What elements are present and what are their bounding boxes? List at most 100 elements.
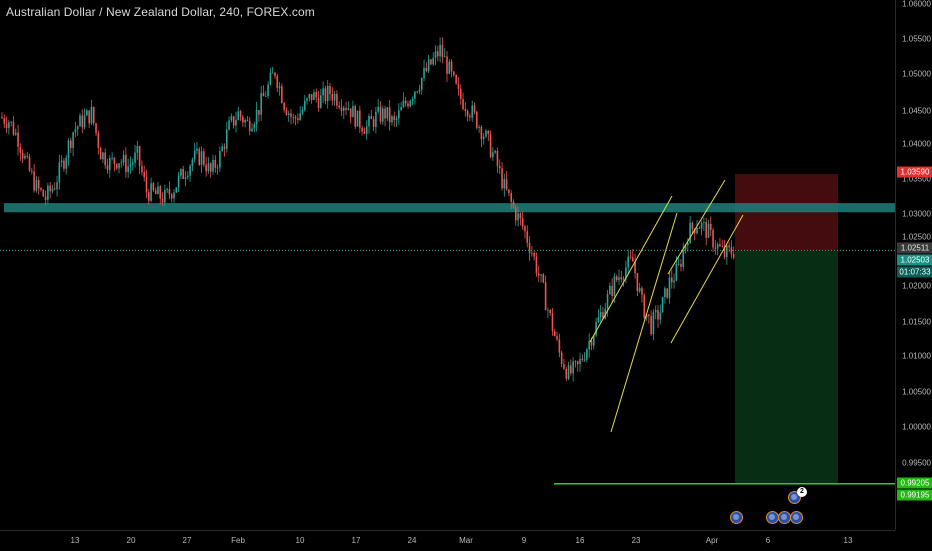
candle-body [287, 113, 290, 115]
candle-body [154, 190, 157, 195]
candle-body [35, 179, 38, 191]
chart-area[interactable]: Australian Dollar / New Zealand Dollar, … [0, 0, 895, 530]
candle-body [352, 106, 354, 118]
candle-body [443, 56, 446, 58]
candle-body [166, 188, 168, 191]
candle-body [549, 309, 552, 314]
candle-body [246, 120, 249, 121]
candle-body [281, 86, 283, 104]
candle-body [74, 129, 77, 133]
candle-body [687, 243, 689, 245]
candle-body [728, 245, 730, 248]
candle-body [278, 86, 281, 88]
candle-body [542, 274, 545, 283]
candle-body [60, 160, 63, 163]
candle-body [207, 163, 210, 172]
candle-body [572, 361, 574, 374]
candle-body [636, 273, 639, 292]
candle-body [482, 136, 485, 140]
candle-body [420, 77, 423, 90]
candle-body [102, 152, 104, 160]
candle-body [336, 93, 338, 106]
candle-body [308, 94, 311, 99]
candle-body [613, 276, 616, 297]
candle-body [372, 118, 375, 127]
candle-body [113, 157, 116, 164]
candle-body [164, 190, 166, 203]
candle-body [680, 263, 682, 267]
candle-body [186, 175, 189, 178]
event-icon-4[interactable] [790, 511, 803, 524]
candle-body [37, 179, 40, 189]
price-tick: 1.06000 [902, 0, 931, 9]
candle-body [677, 263, 680, 265]
candle-body [719, 244, 721, 247]
candle-body [618, 277, 620, 281]
candle-body [159, 186, 162, 199]
event-icon-1[interactable] [730, 511, 743, 524]
candle-body [63, 160, 65, 169]
candle-body [583, 359, 586, 361]
candle-body [648, 314, 650, 317]
candle-body [666, 288, 668, 298]
candle-body [588, 340, 591, 350]
candle-body [400, 107, 402, 111]
candle-body [28, 156, 31, 171]
candle-body [26, 155, 29, 157]
candle-body [459, 88, 462, 99]
stop-price-tag: 1.03590 [897, 166, 932, 178]
candle-body [333, 93, 336, 101]
candle-body [365, 126, 368, 134]
candle-body [627, 256, 629, 268]
candle-body [251, 128, 253, 132]
candle-body [24, 155, 26, 159]
candle-body [361, 127, 363, 132]
candle-body [492, 152, 494, 158]
candle-body [170, 194, 173, 199]
candle-body [262, 93, 265, 97]
time-axis[interactable]: 13 20 27 Feb 10 17 24 Mar 9 16 23 Apr 6 … [0, 530, 895, 551]
candle-body [104, 152, 107, 166]
candle-body [638, 288, 641, 292]
candle-body [3, 118, 6, 124]
candle-body [414, 91, 416, 99]
candle-body [432, 57, 435, 65]
candle-body [650, 316, 652, 335]
candle-body [411, 98, 414, 101]
candle-body [88, 110, 90, 124]
candle-body [643, 294, 646, 318]
candle-body [512, 201, 515, 208]
candle-body [437, 51, 439, 57]
candle-body [563, 364, 565, 369]
time-tick: 9 [521, 536, 527, 545]
candle-body [700, 222, 703, 229]
candle-body [395, 118, 398, 120]
candle-body [271, 72, 274, 74]
candle-body [599, 312, 602, 318]
candle-body [125, 154, 127, 173]
target2-price-tag: 0.99195 [897, 489, 932, 501]
time-tick: Apr [705, 536, 719, 545]
candle-body [322, 88, 324, 96]
time-tick: 24 [407, 536, 417, 545]
event-count-badge: 2 [797, 487, 807, 497]
time-tick: 10 [295, 536, 305, 545]
price-chart[interactable] [0, 0, 895, 530]
candle-body [494, 151, 496, 153]
candle-body [292, 116, 295, 118]
candle-body [258, 110, 260, 115]
candle-body [384, 108, 386, 119]
price-tick: 1.01500 [902, 317, 931, 327]
candle-body [285, 109, 288, 115]
price-axis[interactable]: 1.06000 1.05500 1.05000 1.04500 1.04000 … [895, 0, 932, 530]
candle-body [44, 196, 47, 200]
candle-body [464, 109, 467, 111]
candle-body [398, 110, 400, 119]
price-tick: 1.05000 [902, 69, 931, 79]
time-tick: 16 [575, 536, 585, 545]
last-price-tag: 1.02511 [897, 242, 932, 254]
time-tick: 13 [70, 536, 80, 545]
candle-body [531, 252, 533, 254]
candle-body [90, 106, 93, 124]
candle-body [631, 257, 634, 262]
